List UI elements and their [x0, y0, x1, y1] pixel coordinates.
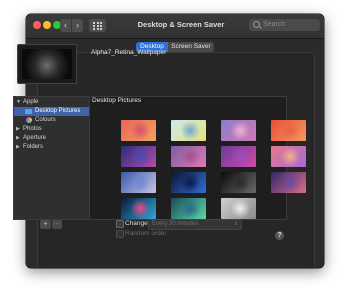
- wallpaper-thumbnail-purple-swirl-wallpaper[interactable]: [121, 146, 156, 167]
- window-title: Desktop & Screen Saver: [137, 20, 225, 29]
- wallpaper-thumbnail-rose-wallpaper[interactable]: [221, 120, 256, 141]
- wallpaper-thumbnail-peach-flower-wallpaper[interactable]: [271, 146, 306, 167]
- close-window-icon[interactable]: [33, 21, 41, 29]
- random-order-label: Random order: [125, 230, 167, 237]
- wallpaper-grid-title: Desktop Pictures: [92, 97, 142, 104]
- wallpaper-thumbnail-blue-glow-wallpaper[interactable]: [171, 172, 206, 193]
- sidebar-item-apple[interactable]: ▼ Apple: [14, 98, 90, 107]
- minimize-window-icon[interactable]: [43, 21, 51, 29]
- forward-button[interactable]: ›: [72, 19, 83, 32]
- wallpaper-thumbnail-flowers-wallpaper[interactable]: [121, 120, 156, 141]
- change-picture-checkbox[interactable]: [116, 220, 124, 228]
- sidebar-item-colours[interactable]: Colours: [14, 116, 90, 125]
- wallpaper-thumbnail-apple-logo-wallpaper[interactable]: [221, 198, 256, 219]
- wallpaper-thumbnail-violet-bloom-wallpaper[interactable]: [221, 146, 256, 167]
- wallpaper-thumbnail-twilight-wallpaper[interactable]: [271, 172, 306, 193]
- sidebar-item-photos[interactable]: ▶ Photos: [14, 125, 90, 134]
- disclosure-closed-icon[interactable]: ▶: [16, 134, 20, 143]
- random-order-checkbox[interactable]: [116, 230, 124, 238]
- search-input[interactable]: Search: [249, 19, 320, 31]
- tab-screen-saver[interactable]: Screen Saver: [168, 42, 214, 52]
- wallpaper-thumbnail-orange-gradient-wallpaper[interactable]: [271, 120, 306, 141]
- disclosure-closed-icon[interactable]: ▶: [16, 143, 20, 152]
- search-placeholder: Search: [263, 21, 286, 28]
- sidebar-item-folders[interactable]: ▶ Folders: [14, 143, 90, 152]
- show-all-grid-button[interactable]: [89, 19, 106, 32]
- change-interval-select[interactable]: Every 30 minutes ⇕: [148, 219, 242, 230]
- back-button[interactable]: ‹: [60, 19, 71, 32]
- current-wallpaper-preview: [17, 44, 77, 84]
- disclosure-closed-icon[interactable]: ▶: [16, 125, 20, 134]
- add-folder-button[interactable]: +: [40, 220, 51, 229]
- wallpaper-thumbnail-dark-sphere-wallpaper[interactable]: [221, 172, 256, 193]
- color-wheel-icon: [26, 117, 32, 123]
- help-button[interactable]: ?: [275, 231, 284, 240]
- sidebar-item-aperture[interactable]: ▶ Aperture: [14, 134, 90, 143]
- sidebar-item-desktop-pictures[interactable]: Desktop Pictures: [14, 107, 90, 116]
- current-wallpaper-name: Alpha7_Retina_Wallpaper: [91, 49, 167, 56]
- title-bar: ‹ › Desktop & Screen Saver Search: [26, 14, 324, 39]
- popup-arrows-icon: ⇕: [233, 221, 238, 227]
- wallpaper-thumbnail-wave-wallpaper[interactable]: [121, 198, 156, 219]
- remove-folder-button[interactable]: −: [52, 220, 62, 229]
- folder-icon: [25, 109, 32, 114]
- wallpaper-thumbnail-blue-flower-wallpaper[interactable]: [121, 172, 156, 193]
- source-sidebar: ▼ Apple Desktop Pictures Colours ▶ Photo…: [13, 96, 90, 220]
- wallpaper-thumbnail-aurora-wallpaper[interactable]: [171, 198, 206, 219]
- wallpaper-thumbnail-leaves-wallpaper[interactable]: [171, 120, 206, 141]
- disclosure-open-icon[interactable]: ▼: [16, 98, 21, 107]
- wallpaper-thumbnail-lavender-flower-wallpaper[interactable]: [171, 146, 206, 167]
- search-icon: [253, 21, 260, 28]
